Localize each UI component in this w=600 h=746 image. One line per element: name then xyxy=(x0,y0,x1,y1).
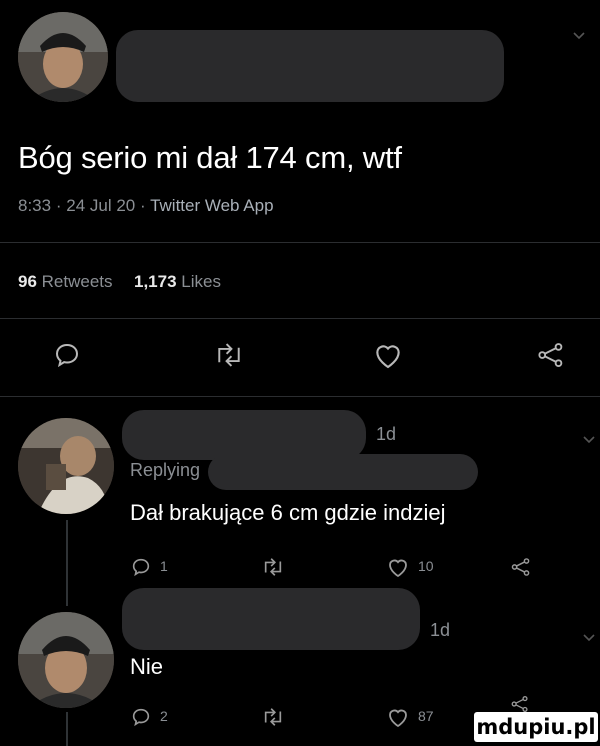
share-icon[interactable] xyxy=(510,556,532,578)
retweets-stat[interactable]: 96 Retweets xyxy=(18,272,117,291)
reply-age: 1d xyxy=(376,424,397,444)
thread-line xyxy=(66,520,68,606)
reply-count: 1 xyxy=(160,558,168,574)
reply-age: 1d xyxy=(430,620,451,640)
replying-to-redacted xyxy=(208,454,478,490)
divider xyxy=(0,396,600,397)
watermark-text: mdupiu.pl xyxy=(476,715,596,739)
watermark: mdupiu.pl xyxy=(474,712,598,742)
author-name-redacted xyxy=(116,30,504,102)
divider xyxy=(0,318,600,319)
divider xyxy=(0,242,600,243)
likes-stat[interactable]: 1,173 Likes xyxy=(134,272,221,291)
reply-text: Dał brakujące 6 cm gdzie indziej xyxy=(130,500,446,525)
retweet-icon[interactable] xyxy=(260,706,286,728)
tweet-meta: 8:33 · 24 Jul 20 · Twitter Web App xyxy=(18,196,274,215)
retweets-label: Retweets xyxy=(41,272,113,291)
like-icon[interactable] xyxy=(372,340,404,370)
chevron-down-icon[interactable] xyxy=(572,28,586,46)
thread-line xyxy=(66,712,68,746)
likes-label: Likes xyxy=(181,272,221,291)
share-icon[interactable] xyxy=(536,340,566,370)
reply-avatar[interactable] xyxy=(18,418,114,514)
author-avatar[interactable] xyxy=(18,12,108,102)
tweet-source-link[interactable]: Twitter Web App xyxy=(150,196,273,215)
retweets-count: 96 xyxy=(18,272,37,291)
reply-icon[interactable] xyxy=(130,556,152,578)
replying-to-label: Replying xyxy=(130,460,201,480)
like-icon[interactable] xyxy=(386,706,410,728)
tweet-text: Bóg serio mi dał 174 cm, wtf xyxy=(18,140,402,175)
reply-author-redacted xyxy=(122,588,420,650)
reply-count: 2 xyxy=(160,708,168,724)
tweet-time: 8:33 xyxy=(18,196,52,215)
chevron-down-icon[interactable] xyxy=(582,432,596,450)
tweet-stats: 96 Retweets 1,173 Likes xyxy=(18,272,221,292)
reply-avatar[interactable] xyxy=(18,612,114,708)
tweet-date: 24 Jul 20 xyxy=(66,196,136,215)
reply-author-redacted xyxy=(122,410,366,460)
reply-icon[interactable] xyxy=(52,340,82,370)
chevron-down-icon[interactable] xyxy=(582,630,596,648)
retweet-icon[interactable] xyxy=(212,340,246,370)
like-count: 10 xyxy=(418,558,434,574)
reply-icon[interactable] xyxy=(130,706,152,728)
like-count: 87 xyxy=(418,708,434,724)
share-icon[interactable] xyxy=(510,694,530,714)
like-icon[interactable] xyxy=(386,556,410,578)
retweet-icon[interactable] xyxy=(260,556,286,578)
likes-count: 1,173 xyxy=(134,272,177,291)
reply-text: Nie xyxy=(130,654,164,679)
